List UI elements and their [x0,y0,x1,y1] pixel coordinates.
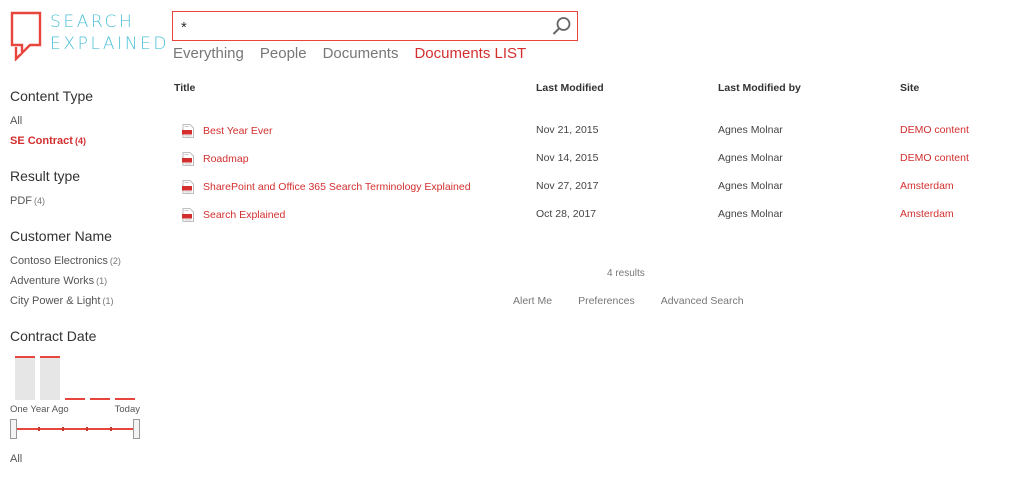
slider-handle-end[interactable] [133,419,140,439]
row-modified-by-cell: Agnes Molnar [718,180,783,192]
pdf-icon [182,180,194,194]
table-header: Title Last Modified Last Modified by Sit… [174,82,1014,100]
table-row: SharePoint and Office 365 Search Termino… [174,180,1014,208]
slider-handle-start[interactable] [10,419,17,439]
refinement-panel: Content Type All SE Contract (4) Result t… [10,88,150,486]
results-rows: Best Year Ever Nov 21, 2015 Agnes Molnar DE… [174,124,1014,236]
search-verticals: Everything People Documents Documents LI… [173,45,526,62]
histogram-bar[interactable] [115,398,135,400]
row-modified-cell: Oct 28, 2017 [536,208,597,220]
refiner-item-count: (2) [109,256,121,266]
histogram-bar[interactable] [65,398,85,400]
vertical-everything[interactable]: Everything [173,45,244,62]
slider-track [15,428,135,430]
refiner-item-count: (1) [102,296,114,306]
refiner-item-contoso-electronics[interactable]: Contoso Electronics (2) [10,255,150,267]
date-range-slider[interactable] [10,418,140,440]
refiner-result-type: Result type PDF (4) [10,168,150,207]
refiner-item-city-power-light[interactable]: City Power & Light (1) [10,295,150,307]
result-title-link[interactable]: Roadmap [203,153,249,165]
refiner-item-pdf[interactable]: PDF (4) [10,195,150,207]
refiner-item-all[interactable]: All [10,115,150,127]
refiner-title: Content Type [10,88,94,104]
pdf-icon [182,208,194,222]
histogram-labels: One Year Ago Today [10,404,140,415]
refiner-title: Contract Date [10,328,97,344]
refiner-item-label: City Power & Light [10,295,101,307]
logo-line-2: EXPLAINED [50,34,170,54]
result-count: 4 results [607,268,645,279]
row-modified-by-cell: Agnes Molnar [718,124,783,136]
search-icon[interactable] [551,15,573,37]
row-site-link[interactable]: Amsterdam [900,208,954,220]
row-modified-cell: Nov 21, 2015 [536,124,599,136]
refiner-content-type: Content Type All SE Contract (4) [10,88,150,147]
histogram-end-label: Today [114,404,140,415]
result-title-link[interactable]: SharePoint and Office 365 Search Termino… [203,181,471,193]
result-title-link[interactable]: Best Year Ever [203,125,272,137]
logo-wordmark: SEARCH EXPLAINED [50,11,169,55]
row-title-cell: SharePoint and Office 365 Search Termino… [182,180,471,194]
advanced-search-link[interactable]: Advanced Search [661,295,744,307]
slider-tick [38,427,40,431]
slider-tick [86,427,88,431]
speech-bubble-logo-icon [10,11,42,61]
vertical-people[interactable]: People [260,45,307,62]
histogram-bar[interactable] [40,356,60,400]
column-header-title[interactable]: Title [174,82,195,94]
refiner-customer-name: Customer Name Contoso Electronics (2) Adv… [10,228,150,307]
search-box [172,11,578,41]
histogram-bar[interactable] [15,356,35,400]
refiner-item-count: (1) [96,276,108,286]
column-header-site[interactable]: Site [900,82,919,94]
refiner-item-count: (4) [34,196,45,206]
date-histogram[interactable] [10,355,140,400]
refiner-item-label: SE Contract [10,135,73,147]
preferences-link[interactable]: Preferences [578,295,635,307]
refiner-title: Result type [10,168,81,184]
refiner-item-label: All [10,115,23,127]
alert-me-link[interactable]: Alert Me [513,295,552,307]
row-modified-cell: Nov 27, 2017 [536,180,599,192]
histogram-bar[interactable] [90,398,110,400]
refiner-item-se-contract[interactable]: SE Contract (4) [10,135,150,147]
row-site-link[interactable]: Amsterdam [900,180,954,192]
vertical-documents-list[interactable]: Documents LIST [414,45,526,62]
row-site-link[interactable]: DEMO content [900,152,969,164]
row-modified-by-cell: Agnes Molnar [718,208,783,220]
row-title-cell: Best Year Ever [182,124,272,138]
column-header-last-modified[interactable]: Last Modified [536,82,604,94]
pdf-icon [182,124,194,138]
row-modified-by-cell: Agnes Molnar [718,152,783,164]
column-header-last-modified-by[interactable]: Last Modified by [718,82,801,94]
table-row: Search Explained Oct 28, 2017 Agnes Molnar… [174,208,1014,236]
result-title-link[interactable]: Search Explained [203,209,285,221]
histogram-start-label: One Year Ago [10,404,69,415]
refiner-item-count: (4) [74,136,86,146]
row-title-cell: Search Explained [182,208,285,222]
table-row: Best Year Ever Nov 21, 2015 Agnes Molnar DE… [174,124,1014,152]
refiner-item-label: Contoso Electronics [10,255,108,267]
refiner-title: Customer Name [10,228,112,244]
vertical-documents[interactable]: Documents [323,45,399,62]
site-logo[interactable]: SEARCH EXPLAINED [10,11,166,63]
date-refiner-all[interactable]: All [10,453,150,465]
results-table: Title Last Modified Last Modified by Sit… [174,82,1014,222]
footer-links: Alert Me Preferences Advanced Search [513,295,744,307]
slider-tick [110,427,112,431]
row-site-link[interactable]: DEMO content [900,124,969,136]
row-modified-cell: Nov 14, 2015 [536,152,599,164]
refiner-item-label: PDF [10,195,32,207]
slider-tick [62,427,64,431]
table-row: Roadmap Nov 14, 2015 Agnes Molnar DEMO cont… [174,152,1014,180]
refiner-item-adventure-works[interactable]: Adventure Works (1) [10,275,150,287]
search-input[interactable] [173,12,543,40]
logo-line-1: SEARCH [50,12,135,32]
refiner-contract-date: Contract Date One Year Ago Today All [10,328,150,465]
row-title-cell: Roadmap [182,152,249,166]
refiner-item-label: Adventure Works [10,275,95,287]
pdf-icon [182,152,194,166]
